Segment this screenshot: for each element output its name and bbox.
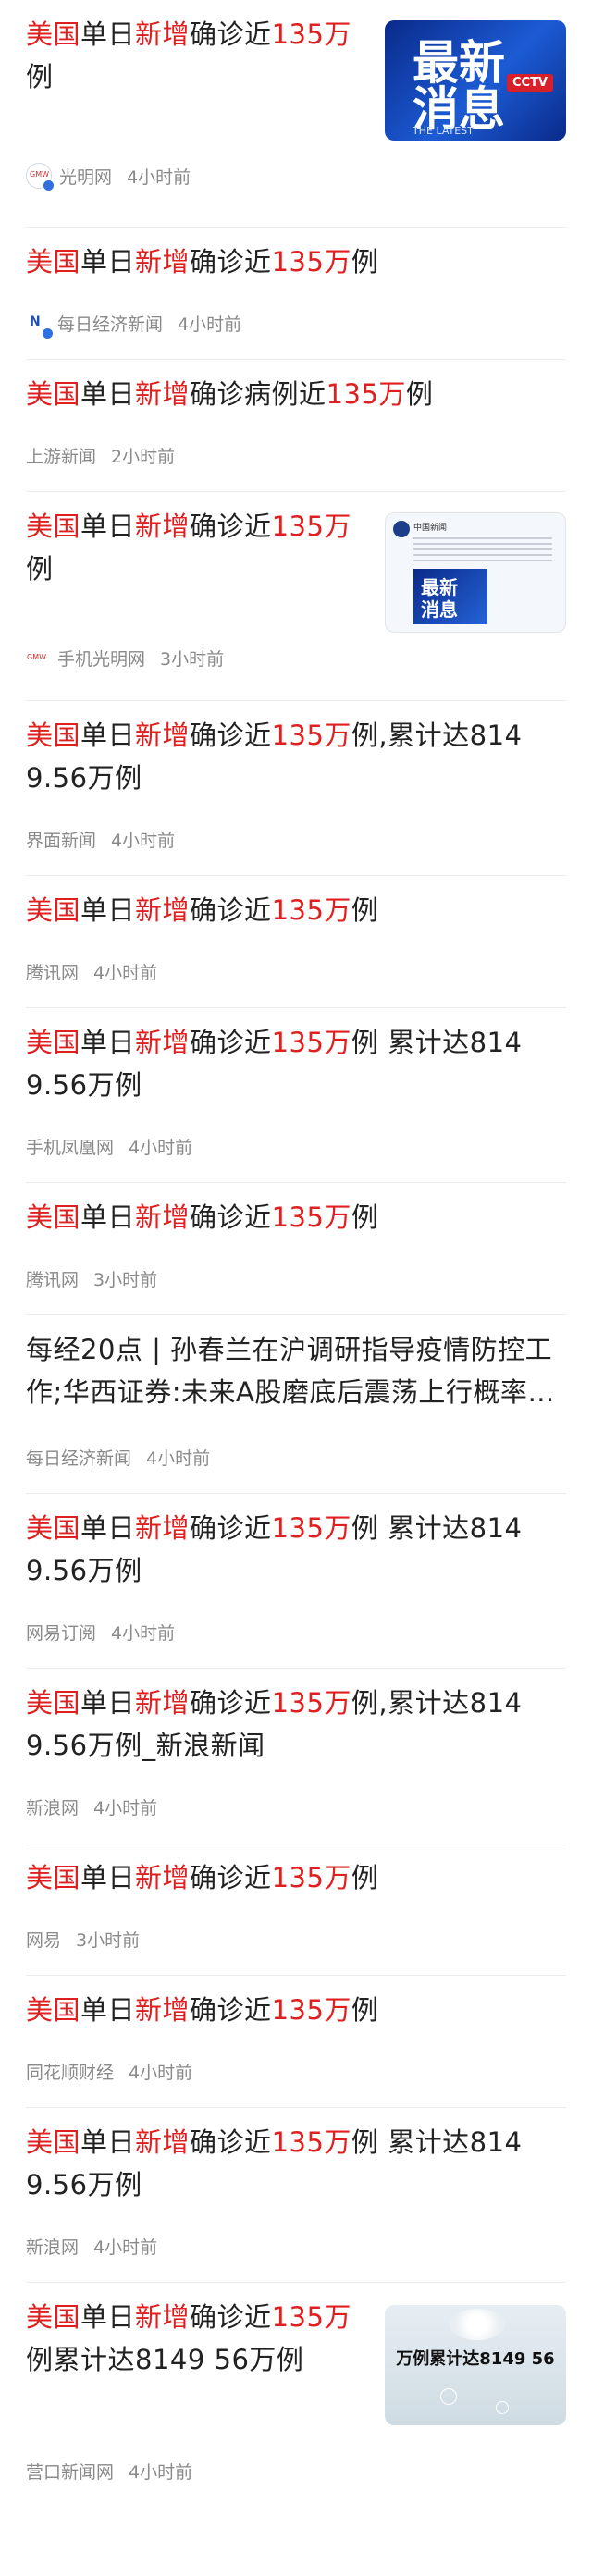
news-title[interactable]: 美国单日新增确诊近135万例 [26,889,378,931]
thumb-text-lines [413,537,552,561]
news-item[interactable]: 美国单日新增确诊近135万例 腾讯网 3小时前 [26,1183,566,1315]
news-item[interactable]: 美国单日新增确诊近135万例 最新 消息 CCTV THE LATEST GMW… [26,0,566,228]
thumb-inner-image: 最新 消息 [413,569,487,624]
news-meta: 同花顺财经 4小时前 [26,2063,193,2083]
news-item[interactable]: 美国单日新增确诊近135万例 累计达8149.56万例 新浪网 4小时前 [26,2108,566,2283]
bubble-decoration [440,2388,457,2405]
nbd-logo-icon: N [26,311,53,339]
news-item[interactable]: 美国单日新增确诊近135万例 同花顺财经 4小时前 [26,1976,566,2108]
flower-icon [450,2309,505,2340]
news-meta: 手机凤凰网 4小时前 [26,1138,193,1158]
news-title[interactable]: 美国单日新增确诊近135万例 累计达8149.56万例 [26,2121,544,2206]
news-title[interactable]: 美国单日新增确诊近135万例 [26,505,377,590]
news-item[interactable]: 美国单日新增确诊病例近135万例 上游新闻 2小时前 [26,360,566,492]
news-meta: N 每日经济新闻 4小时前 [26,311,241,339]
news-title[interactable]: 美国单日新增确诊近135万例 累计达8149.56万例 [26,1021,544,1106]
news-item[interactable]: 美国单日新增确诊近135万例 累计达8149.56万例 手机凤凰网 4小时前 [26,1008,566,1183]
news-title[interactable]: 美国单日新增确诊近135万例 [26,1856,378,1899]
news-title[interactable]: 美国单日新增确诊近135万例 [26,13,377,98]
news-meta: 腾讯网 3小时前 [26,1270,158,1290]
bubble-decoration [496,2401,509,2414]
news-meta: GMW 手机光明网 3小时前 [26,646,224,671]
news-meta: 界面新闻 4小时前 [26,831,176,851]
news-title[interactable]: 美国单日新增确诊近135万例 [26,1989,378,2031]
news-item[interactable]: 每经20点 | 孙春兰在沪调研指导疫情防控工作;华西证券:未来A股磨底后震荡上行… [26,1315,566,1494]
news-meta: 上游新闻 2小时前 [26,447,176,467]
news-item[interactable]: 美国单日新增确诊近135万例 腾讯网 4小时前 [26,876,566,1008]
news-meta: 腾讯网 4小时前 [26,963,158,983]
news-item[interactable]: 美国单日新增确诊近135万例 N 每日经济新闻 4小时前 [26,228,566,360]
news-item[interactable]: 美国单日新增确诊近135万例 中国新闻 最新 消息 GMW 手机光明网 3小时前 [26,492,566,701]
news-thumbnail[interactable]: 最新 消息 CCTV THE LATEST [385,20,566,141]
news-meta: 新浪网 4小时前 [26,1798,158,1818]
news-title[interactable]: 美国单日新增确诊近135万例 [26,240,378,283]
news-item[interactable]: 美国单日新增确诊近135万例累计达8149 56万例 万例累计达8149 56 … [26,2283,566,2512]
gmw-logo-icon: GMW [26,646,50,671]
news-list: 美国单日新增确诊近135万例 最新 消息 CCTV THE LATEST GMW… [0,0,592,2512]
news-thumbnail[interactable]: 中国新闻 最新 消息 [385,512,566,633]
news-title[interactable]: 美国单日新增确诊近135万例,累计达8149.56万例 [26,714,544,799]
news-meta: 营口新闻网 4小时前 [26,2462,193,2483]
news-thumbnail[interactable]: 万例累计达8149 56 [385,2305,566,2425]
thumb-avatar-icon [393,521,410,537]
news-item[interactable]: 美国单日新增确诊近135万例 网易 3小时前 [26,1843,566,1976]
news-meta: 网易 3小时前 [26,1930,141,1951]
news-item[interactable]: 美国单日新增确诊近135万例,累计达8149.56万例 界面新闻 4小时前 [26,701,566,876]
news-title[interactable]: 美国单日新增确诊近135万例 累计达8149.56万例 [26,1507,544,1592]
news-title[interactable]: 美国单日新增确诊近135万例 [26,1196,378,1239]
news-title[interactable]: 美国单日新增确诊近135万例累计达8149 56万例 [26,2296,377,2381]
news-meta: 每日经济新闻 4小时前 [26,1448,211,1469]
gmw-logo-icon: GMW [26,163,54,191]
news-title[interactable]: 每经20点 | 孙春兰在沪调研指导疫情防控工作;华西证券:未来A股磨底后震荡上行… [26,1328,566,1413]
news-meta: GMW 光明网 4小时前 [26,163,191,191]
news-item[interactable]: 美国单日新增确诊近135万例 累计达8149.56万例 网易订阅 4小时前 [26,1494,566,1669]
news-item[interactable]: 美国单日新增确诊近135万例,累计达8149.56万例_新浪新闻 新浪网 4小时… [26,1669,566,1843]
news-title[interactable]: 美国单日新增确诊近135万例,累计达8149.56万例_新浪新闻 [26,1682,544,1767]
news-meta: 新浪网 4小时前 [26,2237,158,2258]
news-title[interactable]: 美国单日新增确诊病例近135万例 [26,373,433,415]
news-meta: 网易订阅 4小时前 [26,1623,176,1644]
